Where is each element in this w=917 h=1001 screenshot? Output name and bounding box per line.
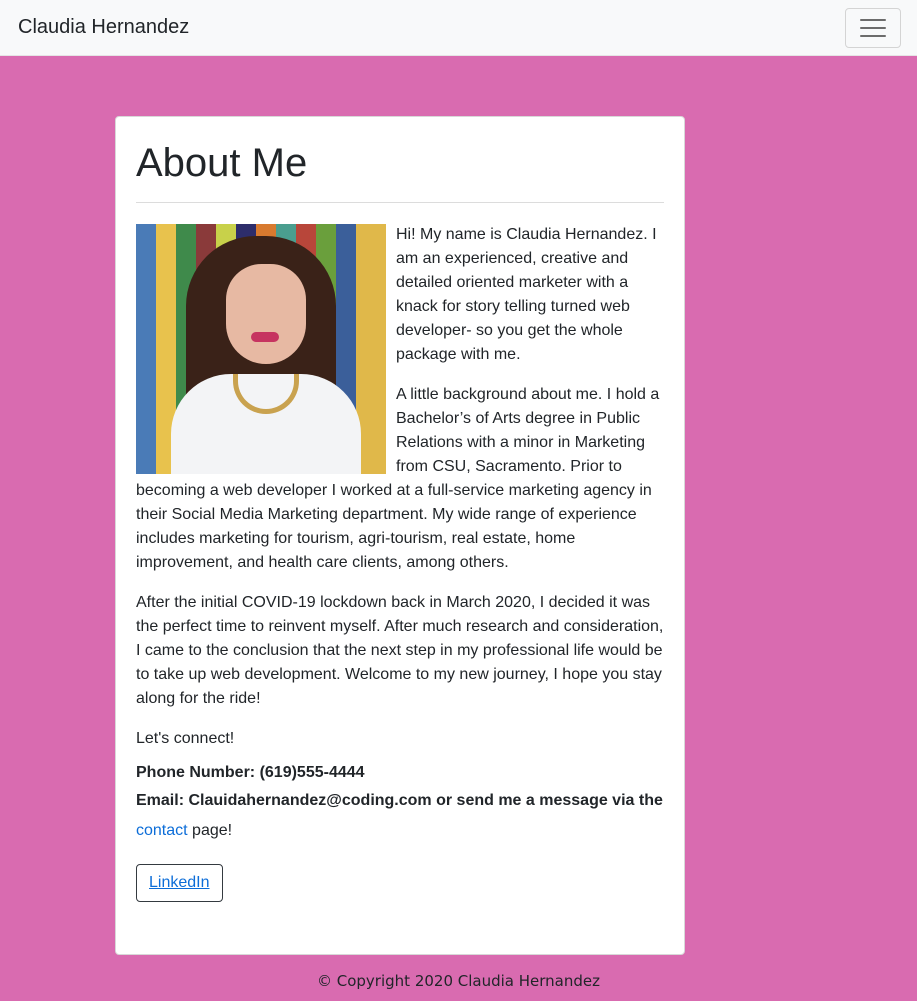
navbar-brand[interactable]: Claudia Hernandez	[18, 16, 189, 39]
profile-photo	[136, 224, 386, 474]
email-text: Email: Clauidahernandez@coding.com or se…	[136, 792, 663, 809]
linkedin-button[interactable]: LinkedIn	[136, 864, 223, 902]
journey-paragraph: After the initial COVID-19 lockdown back…	[136, 594, 664, 707]
navbar: Claudia Hernandez	[0, 0, 917, 56]
page-title: About Me	[136, 141, 308, 185]
title-divider	[136, 202, 664, 203]
phone-number: Phone Number: (619)555-4444	[136, 764, 365, 781]
contact-link[interactable]: contact	[136, 822, 188, 839]
contact-suffix: page!	[187, 822, 233, 839]
navbar-toggler-button[interactable]	[845, 8, 901, 48]
photo-face	[226, 264, 306, 364]
contact-line: contact page!	[136, 819, 664, 843]
about-card: About Me Hi! My name is Claudia Hernande…	[115, 116, 685, 955]
hamburger-menu-icon	[860, 19, 886, 21]
photo-lips	[251, 332, 279, 342]
footer-copyright: © Copyright 2020 Claudia Hernandez	[316, 972, 600, 990]
hamburger-menu-icon	[860, 35, 886, 37]
contact-info: Phone Number: (619)555-4444 Email: Claui…	[136, 761, 664, 813]
hamburger-menu-icon	[860, 27, 886, 29]
connect-paragraph: Let's connect!	[136, 730, 235, 747]
